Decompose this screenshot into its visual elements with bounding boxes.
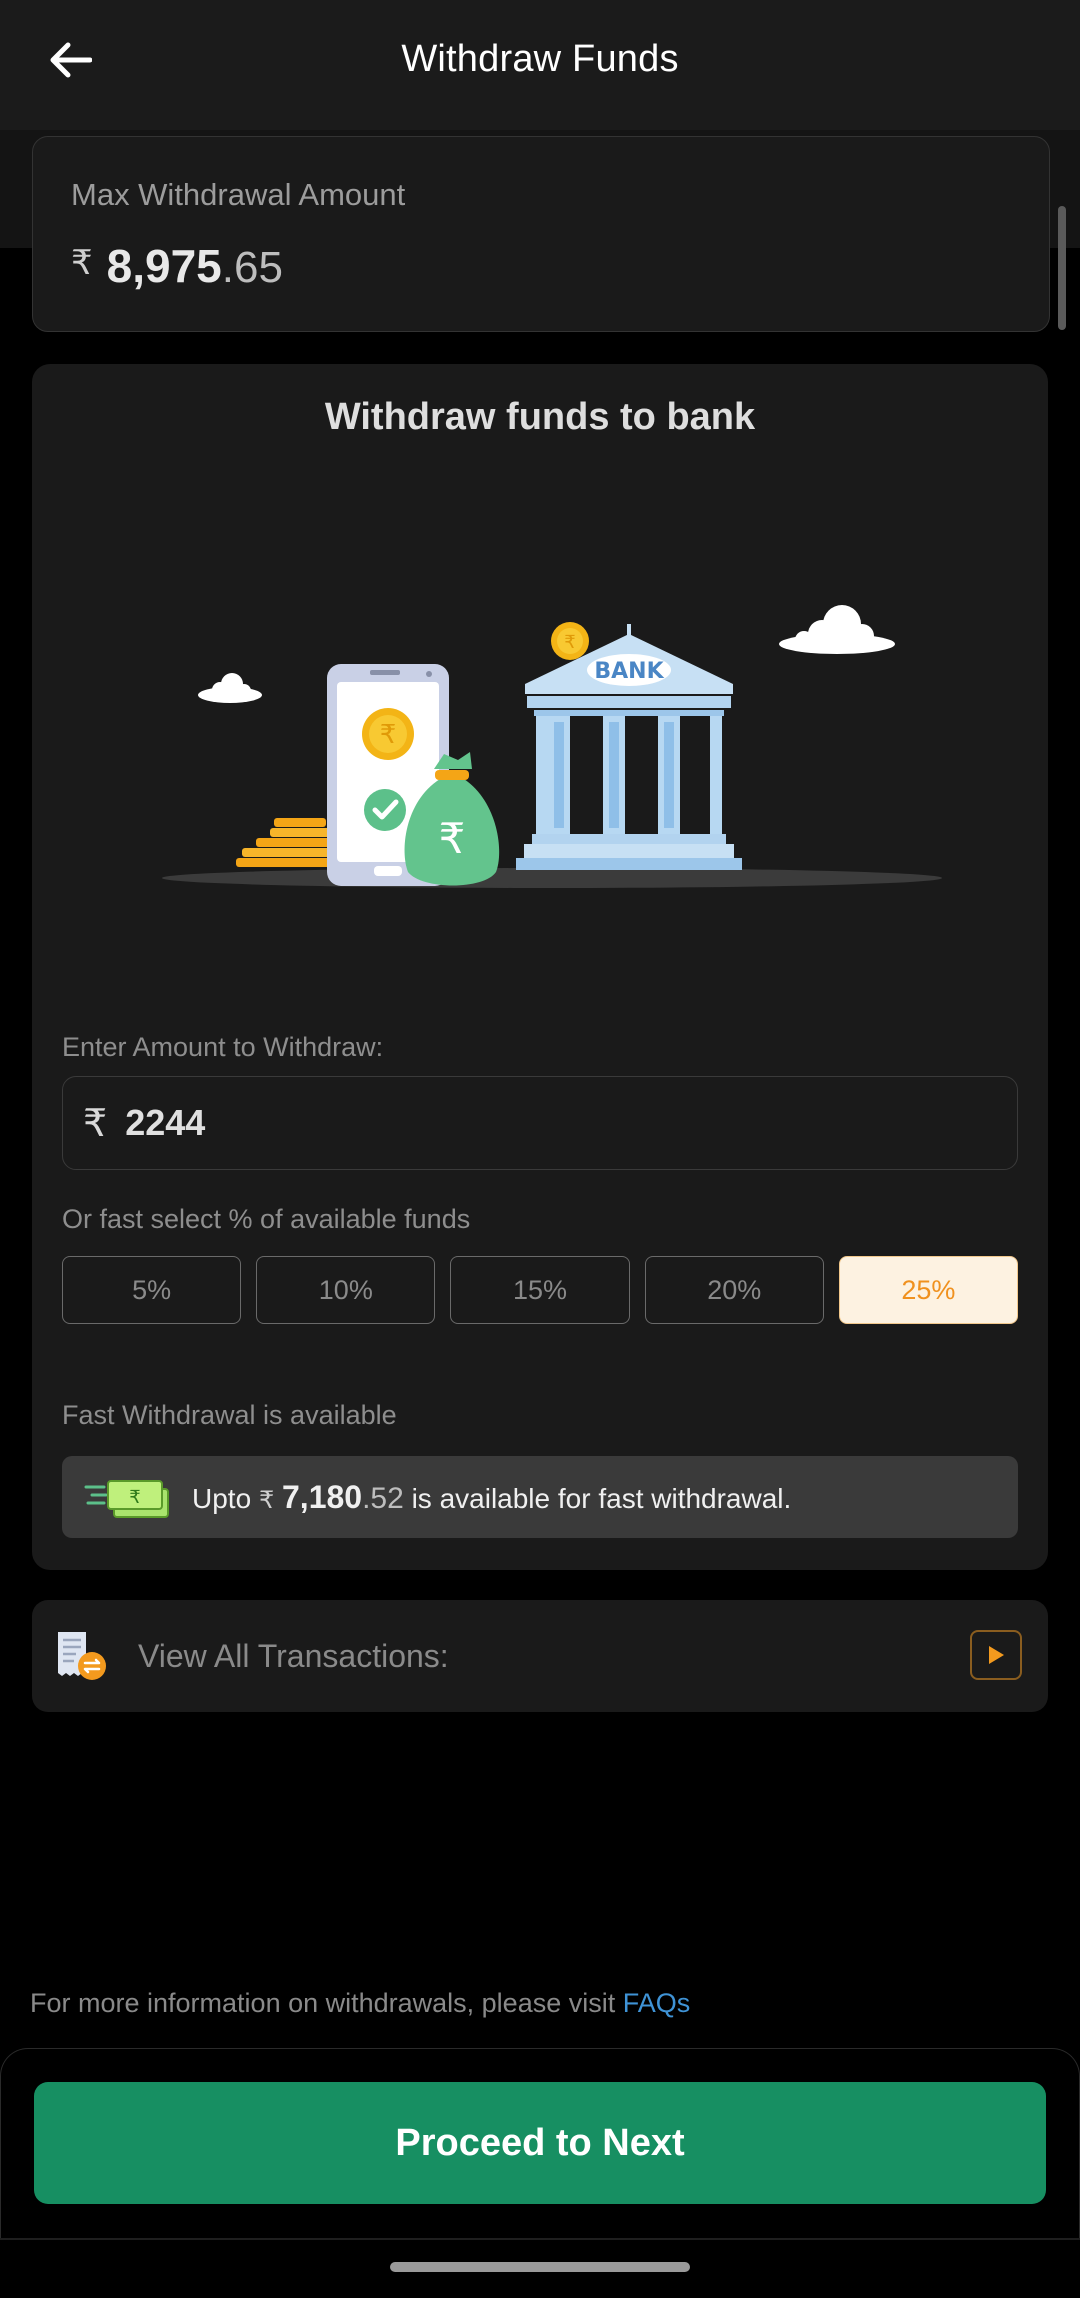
page-title: Withdraw Funds [401, 37, 679, 80]
svg-text:₹: ₹ [129, 1487, 140, 1508]
fast-amount-integer: 7,180 [282, 1478, 363, 1515]
divider [0, 2238, 1080, 2240]
cloud-icon [779, 605, 895, 654]
fast-amount-decimal: .52 [362, 1481, 404, 1515]
percent-button-15[interactable]: 15% [450, 1256, 630, 1324]
back-button[interactable] [40, 30, 100, 90]
svg-text:₹: ₹ [564, 632, 575, 653]
max-withdrawal-label: Max Withdrawal Amount [71, 177, 406, 212]
play-icon [989, 1646, 1004, 1664]
max-amount-decimal: .65 [221, 243, 283, 292]
amount-label: Enter Amount to Withdraw: [62, 1032, 384, 1062]
app-header: Withdraw Funds [0, 0, 1080, 130]
svg-text:₹: ₹ [380, 720, 397, 750]
withdraw-funds-screen: Withdraw Funds Max Withdrawal Amount ₹ 8… [0, 0, 1080, 2298]
view-all-transactions-row[interactable]: View All Transactions: [32, 1600, 1048, 1712]
percent-button-5[interactable]: 5% [62, 1256, 242, 1324]
cash-icon: ₹ [84, 1480, 169, 1518]
bank-withdrawal-illustration: ₹ ₹ ₹ BANK [162, 605, 942, 888]
rupee-symbol: ₹ [83, 1102, 108, 1145]
max-amount-integer: 8,975 [106, 240, 222, 292]
faq-info-line: For more information on withdrawals, ple… [30, 1988, 690, 2019]
max-withdrawal-card: Max Withdrawal Amount ₹ 8,975 .65 [32, 136, 1050, 332]
rupee-symbol: ₹ [258, 1486, 275, 1514]
card-title: Withdraw funds to bank [324, 396, 756, 438]
max-withdrawal-amount: ₹ 8,975 .65 [71, 239, 1011, 293]
percentage-selector: 5% 10% 15% 20% 25% [62, 1256, 1019, 1324]
bank-sign-text: BANK [594, 659, 664, 684]
withdraw-amount-input[interactable]: ₹ 2244 [62, 1076, 1018, 1170]
percent-button-25[interactable]: 25% [838, 1256, 1019, 1324]
cloud-icon [198, 673, 262, 703]
faq-link[interactable]: FAQs [623, 1988, 691, 2018]
rupee-symbol: ₹ [71, 244, 93, 282]
home-indicator[interactable] [390, 2262, 690, 2272]
play-arrow-button[interactable] [970, 1630, 1022, 1680]
proceed-button[interactable]: Proceed to Next [34, 2082, 1046, 2204]
bank-icon: BANK [516, 624, 742, 870]
fast-select-label: Or fast select % of available funds [62, 1204, 471, 1234]
fast-withdrawal-prefix: Upto [192, 1482, 252, 1514]
faq-info-text: For more information on withdrawals, ple… [30, 1988, 616, 2018]
amount-value: 2244 [125, 1102, 206, 1143]
scrollbar[interactable] [1058, 206, 1066, 330]
transactions-receipt-icon [58, 1632, 106, 1680]
fast-withdrawal-banner: ₹ Upto ₹ 7,180.52 is available for fast … [62, 1456, 1018, 1538]
fast-withdrawal-text: Upto ₹ 7,180.52 is available for fast wi… [192, 1479, 791, 1516]
arrow-left-icon [50, 42, 92, 78]
withdraw-to-bank-card: Withdraw funds to bank ₹ ₹ ₹ BANK Enter … [32, 364, 1048, 1570]
fast-withdrawal-suffix: is available for fast withdrawal. [411, 1482, 792, 1514]
fast-withdrawal-label: Fast Withdrawal is available [62, 1400, 397, 1430]
view-transactions-label: View All Transactions: [138, 1637, 449, 1674]
svg-text:₹: ₹ [439, 814, 466, 863]
percent-button-10[interactable]: 10% [256, 1256, 436, 1324]
rupee-coin-icon: ₹ [551, 622, 589, 660]
percent-button-20[interactable]: 20% [644, 1256, 824, 1324]
